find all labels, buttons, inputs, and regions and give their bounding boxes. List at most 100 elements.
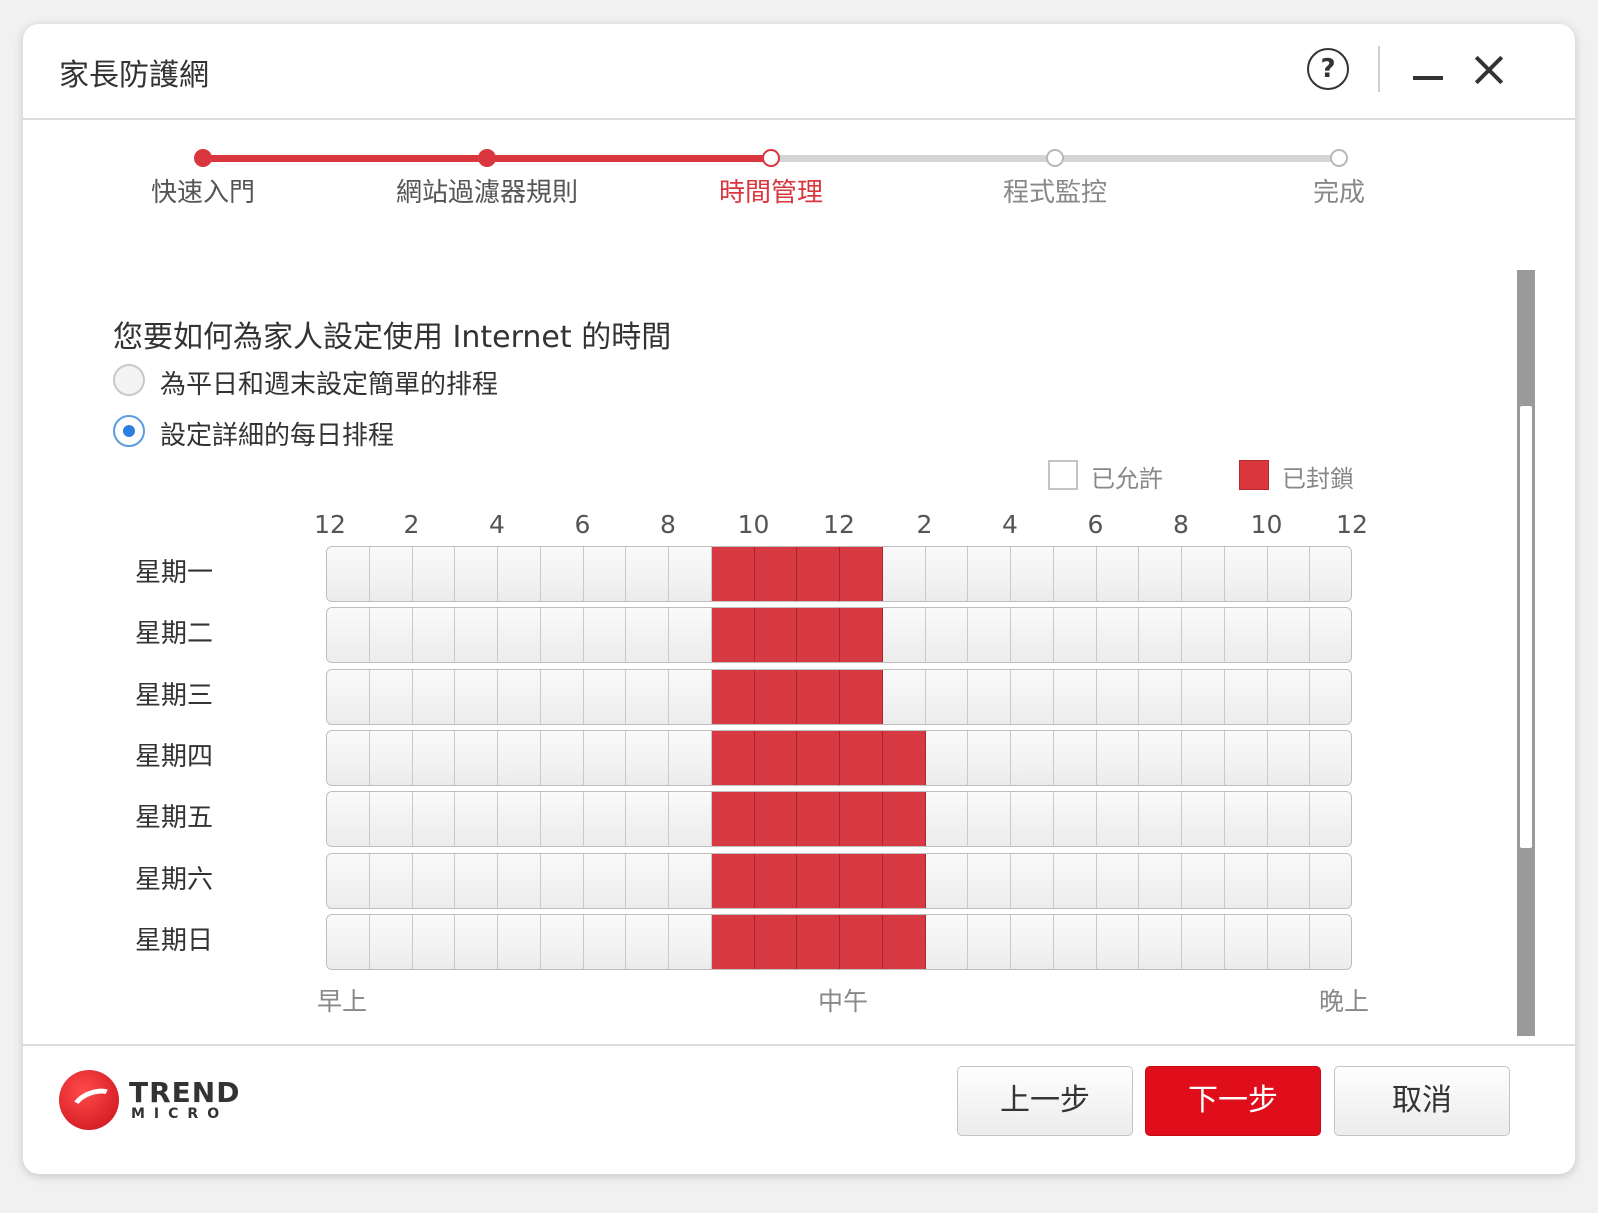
time-slot-allowed[interactable] <box>1139 608 1182 663</box>
time-slot-allowed[interactable] <box>412 914 456 969</box>
time-slot-allowed[interactable] <box>327 792 370 847</box>
time-slot-allowed[interactable] <box>369 608 413 663</box>
radio-simple-schedule-label[interactable]: 為平日和週末設定簡單的排程 <box>160 364 498 401</box>
time-slot-allowed[interactable] <box>498 730 541 785</box>
time-slot-allowed[interactable] <box>498 853 541 908</box>
time-slot-allowed[interactable] <box>626 914 669 969</box>
time-slot-allowed[interactable] <box>1182 669 1225 724</box>
radio-detailed-schedule-label[interactable]: 設定詳細的每日排程 <box>160 415 394 452</box>
time-slot-allowed[interactable] <box>882 669 926 724</box>
time-slot-allowed[interactable] <box>1053 853 1097 908</box>
scrollbar-thumb[interactable] <box>1520 406 1532 848</box>
time-slot-allowed[interactable] <box>1267 914 1311 969</box>
time-slot-allowed[interactable] <box>1011 669 1054 724</box>
time-slot-allowed[interactable] <box>1182 730 1225 785</box>
time-slot-allowed[interactable] <box>968 853 1011 908</box>
time-slot-allowed[interactable] <box>1096 792 1140 847</box>
time-slot-blocked[interactable] <box>840 608 883 663</box>
time-slot-blocked[interactable] <box>754 914 798 969</box>
time-slot-allowed[interactable] <box>925 792 969 847</box>
time-slot-allowed[interactable] <box>1139 914 1182 969</box>
time-slot-allowed[interactable] <box>583 792 627 847</box>
radio-simple-schedule[interactable] <box>113 364 145 396</box>
time-slot-allowed[interactable] <box>1053 914 1097 969</box>
time-slot-allowed[interactable] <box>583 669 627 724</box>
time-slot-allowed[interactable] <box>1224 669 1268 724</box>
time-slot-allowed[interactable] <box>1011 547 1054 601</box>
time-slot-allowed[interactable] <box>540 853 584 908</box>
time-slot-blocked[interactable] <box>797 792 840 847</box>
time-slot-allowed[interactable] <box>968 792 1011 847</box>
time-slot-blocked[interactable] <box>711 792 755 847</box>
time-slot-allowed[interactable] <box>1182 547 1225 601</box>
time-slot-allowed[interactable] <box>498 792 541 847</box>
time-slot-blocked[interactable] <box>797 547 840 601</box>
time-slot-allowed[interactable] <box>968 547 1011 601</box>
time-slot-allowed[interactable] <box>925 608 969 663</box>
time-slot-allowed[interactable] <box>669 792 712 847</box>
time-slot-allowed[interactable] <box>968 669 1011 724</box>
time-slot-allowed[interactable] <box>626 608 669 663</box>
time-slot-allowed[interactable] <box>327 914 370 969</box>
time-slot-allowed[interactable] <box>455 669 498 724</box>
time-slot-allowed[interactable] <box>1011 608 1054 663</box>
time-slot-allowed[interactable] <box>1139 547 1182 601</box>
time-slot-allowed[interactable] <box>583 608 627 663</box>
time-slot-blocked[interactable] <box>840 853 883 908</box>
time-slot-allowed[interactable] <box>1096 669 1140 724</box>
back-button[interactable]: 上一步 <box>957 1066 1133 1136</box>
time-slot-allowed[interactable] <box>327 547 370 601</box>
time-slot-allowed[interactable] <box>412 547 456 601</box>
time-slot-allowed[interactable] <box>1310 608 1351 663</box>
time-slot-allowed[interactable] <box>583 730 627 785</box>
time-slot-allowed[interactable] <box>1182 914 1225 969</box>
time-slot-allowed[interactable] <box>1224 547 1268 601</box>
time-slot-allowed[interactable] <box>1310 853 1351 908</box>
time-slot-allowed[interactable] <box>669 608 712 663</box>
time-slot-allowed[interactable] <box>369 914 413 969</box>
time-slot-allowed[interactable] <box>882 547 926 601</box>
time-slot-allowed[interactable] <box>1011 914 1054 969</box>
time-slot-allowed[interactable] <box>540 669 584 724</box>
time-slot-allowed[interactable] <box>1096 608 1140 663</box>
time-slot-allowed[interactable] <box>369 730 413 785</box>
time-slot-allowed[interactable] <box>1267 669 1311 724</box>
time-slot-blocked[interactable] <box>840 547 883 601</box>
time-slot-allowed[interactable] <box>412 853 456 908</box>
time-slot-allowed[interactable] <box>1182 608 1225 663</box>
time-slot-allowed[interactable] <box>583 853 627 908</box>
time-slot-allowed[interactable] <box>455 853 498 908</box>
time-slot-allowed[interactable] <box>968 730 1011 785</box>
time-slot-allowed[interactable] <box>1224 914 1268 969</box>
time-slot-allowed[interactable] <box>669 547 712 601</box>
time-slot-allowed[interactable] <box>583 547 627 601</box>
time-slot-blocked[interactable] <box>797 914 840 969</box>
time-slot-allowed[interactable] <box>540 792 584 847</box>
time-slot-allowed[interactable] <box>1011 792 1054 847</box>
time-slot-allowed[interactable] <box>583 914 627 969</box>
time-slot-allowed[interactable] <box>1267 608 1311 663</box>
minimize-icon[interactable] <box>1411 54 1445 88</box>
time-slot-blocked[interactable] <box>711 853 755 908</box>
time-slot-allowed[interactable] <box>369 669 413 724</box>
time-slot-allowed[interactable] <box>968 608 1011 663</box>
time-slot-allowed[interactable] <box>1182 853 1225 908</box>
time-slot-allowed[interactable] <box>1139 792 1182 847</box>
time-slot-allowed[interactable] <box>1267 853 1311 908</box>
time-slot-blocked[interactable] <box>797 853 840 908</box>
time-slot-blocked[interactable] <box>754 853 798 908</box>
time-slot-allowed[interactable] <box>925 853 969 908</box>
time-slot-blocked[interactable] <box>840 914 883 969</box>
time-slot-allowed[interactable] <box>925 914 969 969</box>
time-slot-blocked[interactable] <box>711 914 755 969</box>
time-slot-allowed[interactable] <box>327 853 370 908</box>
time-slot-allowed[interactable] <box>455 608 498 663</box>
time-slot-blocked[interactable] <box>840 669 883 724</box>
time-slot-allowed[interactable] <box>369 547 413 601</box>
time-slot-allowed[interactable] <box>369 853 413 908</box>
time-slot-allowed[interactable] <box>925 730 969 785</box>
time-slot-allowed[interactable] <box>327 669 370 724</box>
time-slot-blocked[interactable] <box>711 669 755 724</box>
time-slot-blocked[interactable] <box>754 669 798 724</box>
time-slot-allowed[interactable] <box>498 547 541 601</box>
